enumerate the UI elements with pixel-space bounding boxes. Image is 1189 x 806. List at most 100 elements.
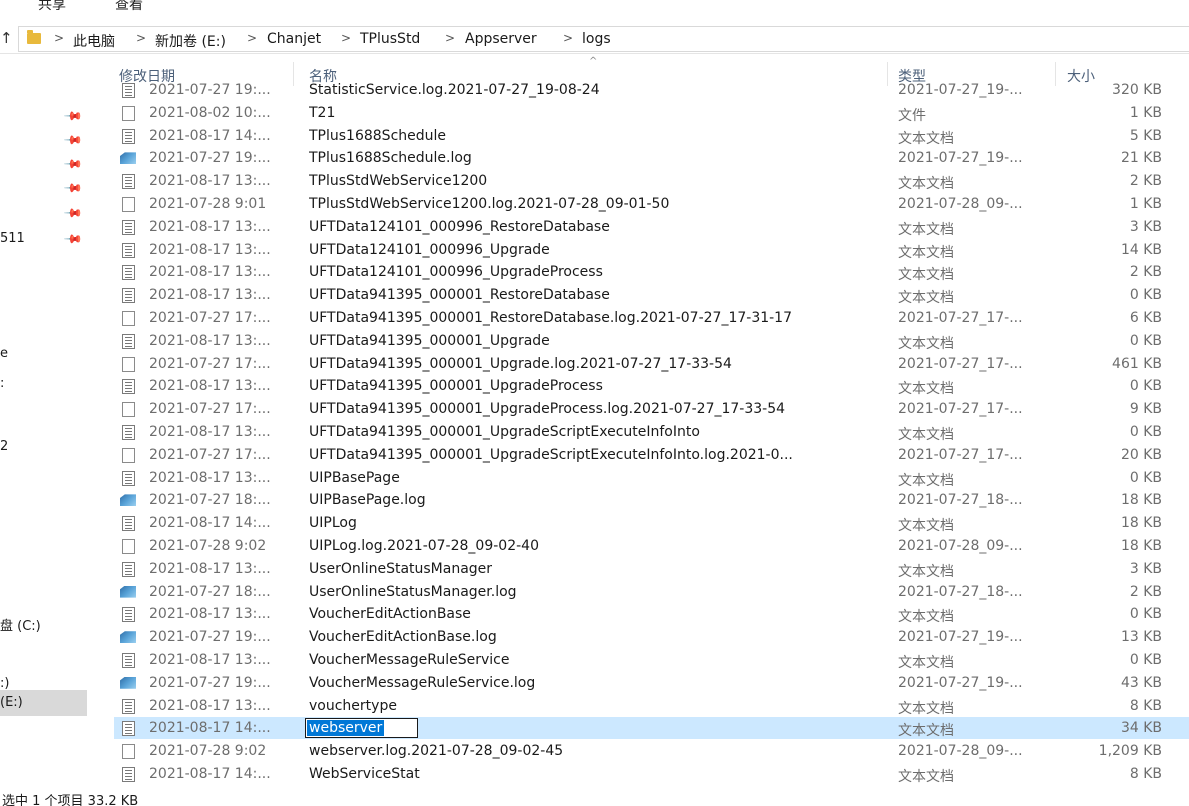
pin-icon[interactable]: 📌: [63, 178, 83, 198]
pin-icon[interactable]: 📌: [63, 229, 83, 249]
sidebar-drive-other[interactable]: :): [0, 676, 9, 691]
file-name: vouchertype: [309, 697, 397, 714]
file-row[interactable]: 2021-07-27 17:... UFTData941395_000001_Up…: [114, 444, 1189, 466]
file-row[interactable]: 2021-07-27 19:... VoucherEditActionBase.l…: [114, 626, 1189, 648]
file-row[interactable]: 2021-07-27 19:... TPlus1688Schedule.log 20…: [114, 147, 1189, 169]
file-row[interactable]: 2021-07-27 17:... UFTData941395_000001_Up…: [114, 398, 1189, 420]
pin-icon[interactable]: 📌: [63, 106, 83, 126]
breadcrumb-separator[interactable]: >: [563, 31, 573, 45]
ribbon-tab-share[interactable]: 共享: [38, 0, 66, 14]
breadcrumb-separator[interactable]: >: [54, 31, 64, 45]
file-type: 2021-07-27_17-...: [898, 310, 1023, 326]
sidebar-drive-c[interactable]: 盘 (C:): [0, 615, 41, 634]
file-type: 2021-07-27_18-...: [898, 583, 1023, 600]
file-type: 2021-07-28_09-...: [898, 743, 1023, 760]
file-type: 文本文档: [898, 609, 954, 626]
file-name: UIPBasePage.log: [309, 492, 426, 509]
file-row[interactable]: 2021-08-17 13:... UIPBasePage 文本文档 0 KB: [114, 467, 1189, 489]
status-bar: 选中 1 个项目 33.2 KB: [0, 786, 1189, 806]
file-row[interactable]: 2021-07-27 17:... UFTData941395_000001_Up…: [114, 353, 1189, 375]
breadcrumb-separator[interactable]: >: [247, 31, 257, 45]
file-row[interactable]: 2021-07-27 19:... VoucherMessageRuleServi…: [114, 672, 1189, 694]
sort-ascending-icon: ^: [589, 56, 598, 67]
file-name: UserOnlineStatusManager.log: [309, 583, 517, 600]
breadcrumb-chanjet[interactable]: Chanjet: [267, 31, 321, 47]
file-date-modified: 2021-07-27 19:...: [149, 82, 271, 98]
file-row[interactable]: 2021-08-17 13:... TPlusStdWebService1200 文…: [114, 170, 1189, 192]
breadcrumb-tplusstd[interactable]: TPlusStd: [360, 31, 420, 47]
pin-icon[interactable]: 📌: [63, 154, 83, 174]
file-type: 文本文档: [898, 427, 954, 443]
file-name: UFTData941395_000001_Upgrade: [309, 332, 550, 349]
up-arrow-icon[interactable]: ↑: [0, 29, 13, 47]
file-size: 20 KB: [1120, 446, 1162, 463]
file-size: 1,209 KB: [1098, 743, 1162, 760]
file-row[interactable]: 2021-08-17 13:... UFTData124101_000996_Re…: [114, 216, 1189, 238]
file-size: 3 KB: [1129, 560, 1162, 577]
file-name: WebServiceStat: [309, 766, 420, 782]
file-row-selected[interactable]: 2021-08-17 14:... webserver 文本文档 34 KB: [114, 717, 1189, 740]
text-file-icon: [122, 516, 135, 532]
breadcrumb-drive-e[interactable]: 新加卷 (E:): [155, 31, 226, 51]
file-name: UIPBasePage: [309, 469, 400, 486]
file-type: 文本文档: [898, 381, 954, 398]
breadcrumb-this-pc[interactable]: 此电脑: [73, 31, 115, 51]
sidebar-drive-e-selected[interactable]: (E:): [0, 690, 87, 716]
file-name: StatisticService.log.2021-07-27_19-08-24: [309, 82, 600, 98]
breadcrumb-appserver[interactable]: Appserver: [465, 31, 537, 47]
file-row[interactable]: 2021-08-17 13:... UFTData941395_000001_Up…: [114, 375, 1189, 397]
pin-icon[interactable]: 📌: [63, 130, 83, 150]
file-name: VoucherMessageRuleService: [309, 652, 510, 668]
file-row[interactable]: 2021-08-02 10:... T21 文件 1 KB: [114, 102, 1189, 124]
file-row[interactable]: 2021-08-17 13:... UFTData124101_000996_Up…: [114, 239, 1189, 261]
file-size: 34 KB: [1120, 720, 1162, 737]
text-file-icon: [122, 219, 135, 235]
file-type: 文本文档: [898, 244, 954, 261]
file-name: VoucherEditActionBase: [309, 606, 471, 623]
sidebar-item-e[interactable]: e: [0, 346, 8, 361]
file-row[interactable]: 2021-08-17 14:... UIPLog 文本文档 18 KB: [114, 512, 1189, 534]
breadcrumb-separator[interactable]: >: [341, 31, 351, 45]
file-size: 8 KB: [1129, 766, 1162, 782]
file-row[interactable]: 2021-08-17 13:... UFTData941395_000001_Up…: [114, 421, 1189, 443]
file-row[interactable]: 2021-08-17 13:... VoucherEditActionBase 文本…: [114, 603, 1189, 625]
ribbon-tab-view[interactable]: 查看: [115, 0, 143, 14]
file-row[interactable]: 2021-07-27 18:... UserOnlineStatusManager…: [114, 581, 1189, 603]
file-row[interactable]: 2021-08-17 13:... VoucherMessageRuleServi…: [114, 649, 1189, 671]
file-row[interactable]: 2021-08-17 13:... UserOnlineStatusManager…: [114, 558, 1189, 580]
navigation-pane: 📌 📌 📌 📌 📌 📌 511 e : 2 盘 (C:) (E:) :): [0, 56, 87, 786]
file-row[interactable]: 2021-08-17 13:... vouchertype 文本文档 8 KB: [114, 695, 1189, 717]
file-name: UFTData941395_000001_UpgradeProcess: [309, 378, 603, 395]
file-size: 0 KB: [1129, 652, 1162, 668]
file-row[interactable]: 2021-08-17 13:... UFTData941395_000001_Re…: [114, 284, 1189, 306]
file-row[interactable]: 2021-08-17 14:... TPlus1688Schedule 文本文档 5 …: [114, 125, 1189, 147]
file-row[interactable]: 2021-08-17 14:... WebServiceStat 文本文档 8 KB: [114, 763, 1189, 785]
file-date-modified: 2021-07-27 19:...: [149, 629, 271, 646]
file-type: 2021-07-27_19-...: [898, 150, 1023, 167]
file-icon: [122, 356, 135, 372]
address-bar[interactable]: > 此电脑 > 新加卷 (E:) > Chanjet > TPlusStd > …: [18, 26, 1189, 52]
status-selection-info: 选中 1 个项目 33.2 KB: [2, 794, 139, 806]
file-row[interactable]: 2021-07-27 19:... StatisticService.log.20…: [114, 79, 1189, 101]
file-row[interactable]: 2021-08-17 13:... UFTData124101_000996_Up…: [114, 261, 1189, 283]
file-row[interactable]: 2021-07-28 9:01 TPlusStdWebService1200.lo…: [114, 193, 1189, 215]
file-row[interactable]: 2021-07-27 17:... UFTData941395_000001_Re…: [114, 307, 1189, 329]
log-file-icon: [120, 585, 136, 598]
file-date-modified: 2021-08-17 13:...: [149, 287, 271, 304]
file-date-modified: 2021-07-28 9:01: [149, 196, 267, 212]
file-row[interactable]: 2021-08-17 13:... UFTData941395_000001_Up…: [114, 330, 1189, 352]
breadcrumb-separator[interactable]: >: [445, 31, 455, 45]
file-row[interactable]: 2021-07-28 9:02 webserver.log.2021-07-28_…: [114, 740, 1189, 762]
pin-icon[interactable]: 📌: [63, 203, 83, 223]
sidebar-item-2[interactable]: 2: [0, 439, 8, 454]
sidebar-item-511[interactable]: 511: [0, 231, 25, 246]
file-name: UFTData941395_000001_Upgrade.log.2021-07…: [309, 355, 732, 372]
file-type: 文本文档: [898, 563, 954, 580]
breadcrumb-separator[interactable]: >: [136, 31, 146, 45]
file-type: 2021-07-28_09-...: [898, 538, 1023, 554]
sidebar-item-colon[interactable]: :: [0, 376, 4, 391]
file-row[interactable]: 2021-07-27 18:... UIPBasePage.log 2021-07-…: [114, 489, 1189, 511]
rename-input[interactable]: webserver: [305, 718, 418, 739]
breadcrumb-logs[interactable]: logs: [582, 31, 611, 47]
file-row[interactable]: 2021-07-28 9:02 UIPLog.log.2021-07-28_09-…: [114, 535, 1189, 557]
